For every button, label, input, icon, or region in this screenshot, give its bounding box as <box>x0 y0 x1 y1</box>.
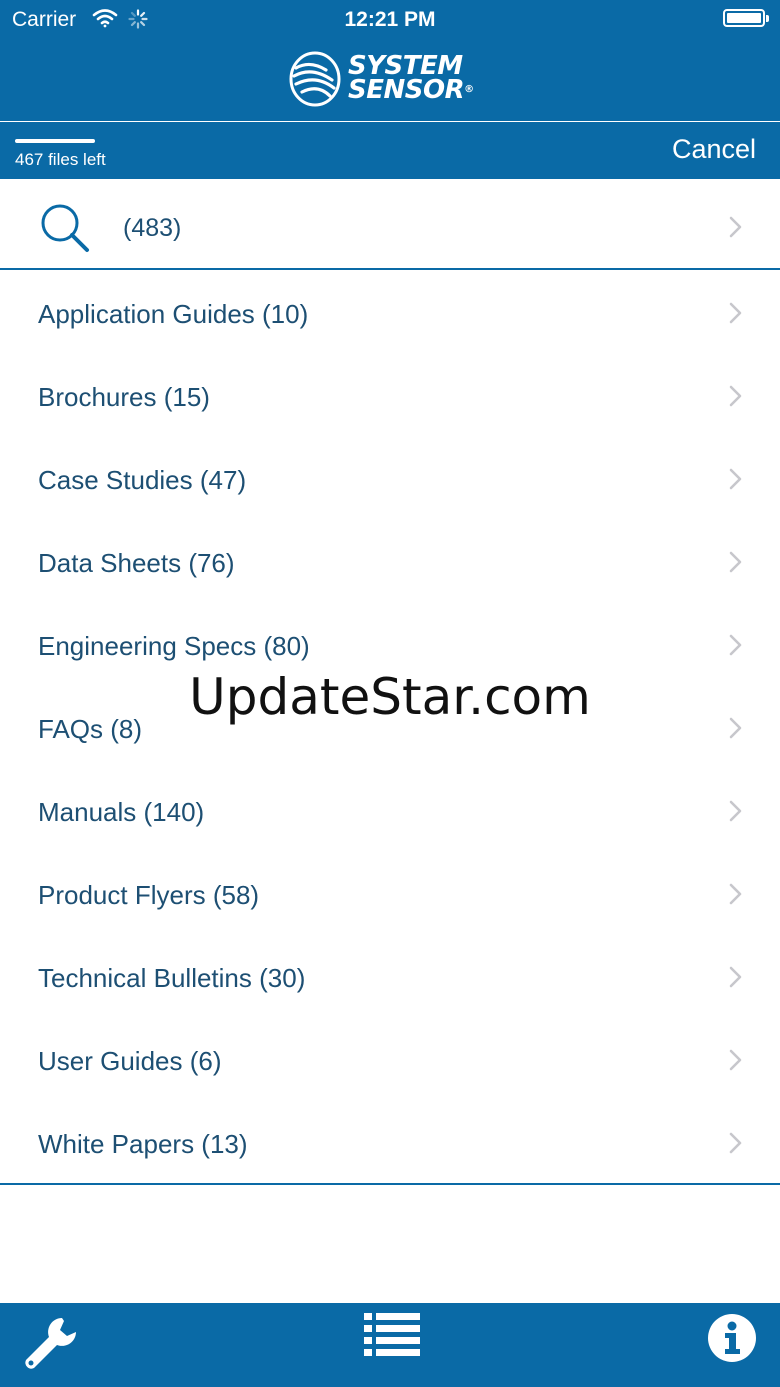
logo-line-2: SENSOR <box>348 75 465 105</box>
chevron-right-icon <box>729 800 743 827</box>
battery-icon <box>723 9 769 27</box>
list-item-brochures[interactable]: Brochures (15) <box>0 355 780 438</box>
chevron-right-icon <box>729 634 743 661</box>
chevron-right-icon <box>729 302 743 329</box>
logo-wordmark: SYSTEM SENSOR® <box>348 53 474 105</box>
chevron-right-icon <box>729 551 743 578</box>
cancel-button[interactable]: Cancel <box>672 134 756 165</box>
tab-documents[interactable] <box>340 1303 440 1387</box>
list-item-user-guides[interactable]: User Guides (6) <box>0 1019 780 1102</box>
list-item-data-sheets[interactable]: Data Sheets (76) <box>0 521 780 604</box>
list-item-label: Technical Bulletins (30) <box>38 963 306 993</box>
chevron-right-icon <box>729 1049 743 1076</box>
category-list: Application Guides (10) Brochures (15) C… <box>0 272 780 1185</box>
list-item-white-papers[interactable]: White Papers (13) <box>0 1102 780 1185</box>
search-count: (483) <box>123 214 182 242</box>
list-item-label: User Guides (6) <box>38 1046 222 1076</box>
list-item-application-guides[interactable]: Application Guides (10) <box>0 272 780 355</box>
chevron-right-icon <box>729 216 743 243</box>
chevron-right-icon <box>729 717 743 744</box>
progress-indicator <box>15 139 95 143</box>
list-item-label: Product Flyers (58) <box>38 880 260 910</box>
list-item-engineering-specs[interactable]: Engineering Specs (80) <box>0 604 780 687</box>
wrench-icon <box>25 1318 76 1369</box>
globe-logo-icon <box>288 50 342 113</box>
list-item-label: Brochures (15) <box>38 382 210 412</box>
list-item-product-flyers[interactable]: Product Flyers (58) <box>0 853 780 936</box>
app-header: SYSTEM SENSOR® <box>0 40 780 121</box>
list-item-label: Application Guides (10) <box>38 299 309 329</box>
list-item-manuals[interactable]: Manuals (140) <box>0 770 780 853</box>
list-item-label: Data Sheets (76) <box>38 548 235 578</box>
status-time: 12:21 PM <box>344 8 436 31</box>
list-divider <box>0 1183 780 1185</box>
list-item-label: FAQs (8) <box>38 714 143 744</box>
system-sensor-logo: SYSTEM SENSOR® <box>288 50 498 110</box>
list-item-faqs[interactable]: FAQs (8) <box>0 687 780 770</box>
chevron-right-icon <box>729 1132 743 1159</box>
list-item-label: Manuals (140) <box>38 797 205 827</box>
chevron-right-icon <box>729 966 743 993</box>
tab-info[interactable] <box>680 1303 780 1387</box>
tab-bar <box>0 1303 780 1387</box>
chevron-right-icon <box>729 883 743 910</box>
search-icon <box>39 203 91 260</box>
status-bar: Carrier 12:21 PM <box>0 0 780 40</box>
chevron-right-icon <box>729 385 743 412</box>
list-item-label: White Papers (13) <box>38 1129 248 1159</box>
registered-mark: ® <box>464 84 474 95</box>
list-item-label: Case Studies (47) <box>38 465 247 495</box>
info-icon <box>708 1314 756 1362</box>
list-icon <box>364 1313 420 1356</box>
list-item-label: Engineering Specs (80) <box>38 631 310 661</box>
chevron-right-icon <box>729 468 743 495</box>
tab-settings[interactable] <box>0 1303 100 1387</box>
list-item-technical-bulletins[interactable]: Technical Bulletins (30) <box>0 936 780 1019</box>
search-row[interactable]: (483) <box>0 179 780 270</box>
download-progress-bar: 467 files left Cancel <box>0 122 780 179</box>
list-item-case-studies[interactable]: Case Studies (47) <box>0 438 780 521</box>
files-left-label: 467 files left <box>15 150 106 169</box>
